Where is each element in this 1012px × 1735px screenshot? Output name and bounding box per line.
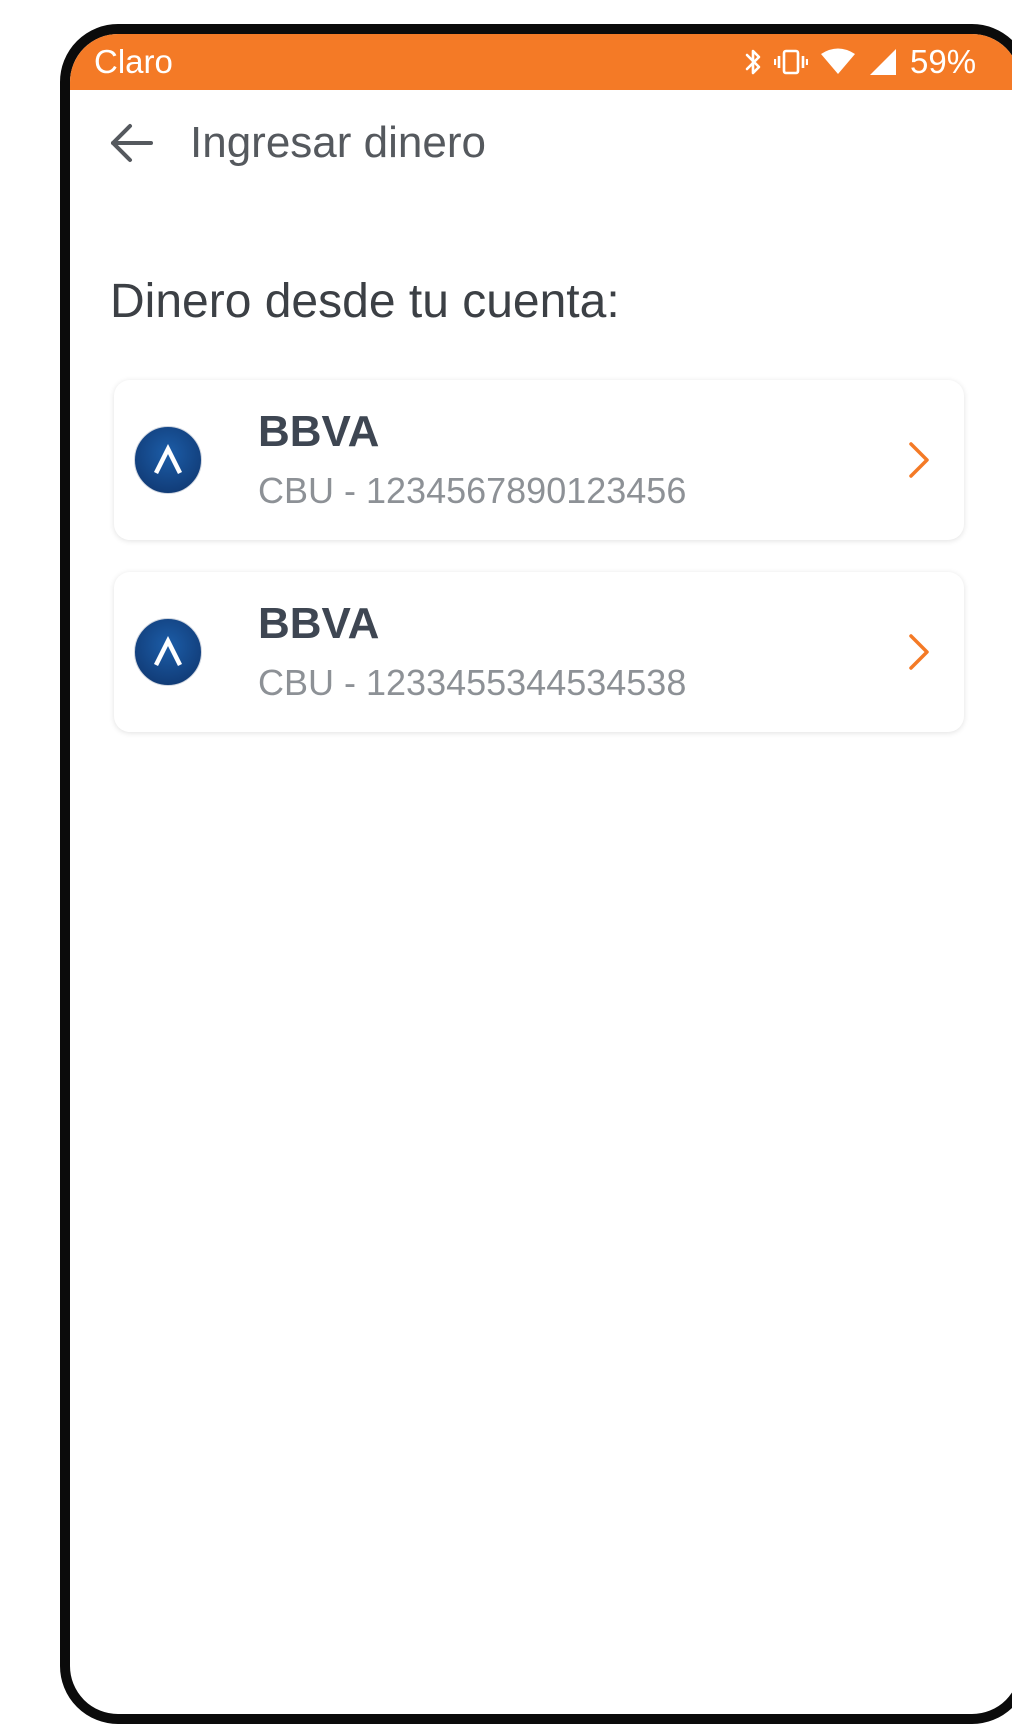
battery-level: 59% <box>910 43 977 80</box>
bank-name: BBVA <box>258 599 380 648</box>
status-icons: 59% <box>744 44 976 80</box>
chevron-right-icon <box>904 436 934 484</box>
bbva-logo <box>134 618 202 686</box>
chevron-right-icon <box>904 628 934 676</box>
vibrate-icon <box>774 47 808 77</box>
account-card[interactable]: BBVA CBU - 1233455344534538 <box>114 572 964 732</box>
bbva-logo <box>134 426 202 494</box>
account-card[interactable]: BBVA CBU - 1234567890123456 <box>114 380 964 540</box>
phone-frame: Claro 59% Ingresar dinero Dinero desde t… <box>60 24 1012 1724</box>
wifi-icon <box>820 47 856 77</box>
carrier-name: Claro <box>94 43 173 80</box>
account-cbu: CBU - 1233455344534538 <box>258 662 687 703</box>
bank-name: BBVA <box>258 407 380 456</box>
bluetooth-icon <box>744 47 762 77</box>
page-title: Ingresar dinero <box>190 118 486 167</box>
account-cbu: CBU - 1234567890123456 <box>258 470 687 511</box>
screen: Claro 59% Ingresar dinero Dinero desde t… <box>0 0 1012 1735</box>
cell-signal-icon <box>868 47 898 77</box>
status-bar: Claro 59% <box>70 34 1012 90</box>
section-title: Dinero desde tu cuenta: <box>110 275 620 328</box>
arrow-left-icon <box>111 124 153 162</box>
back-button[interactable] <box>106 118 156 168</box>
